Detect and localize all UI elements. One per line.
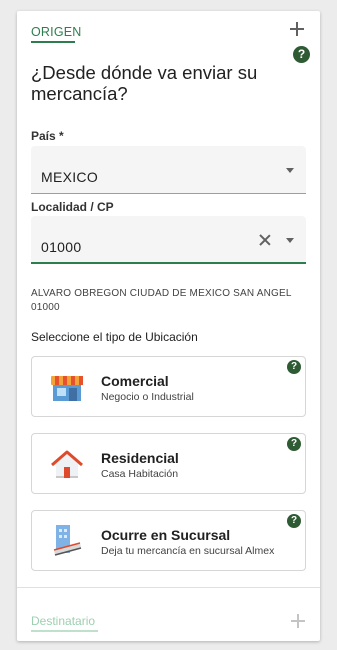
option-subtitle: Casa Habitación (101, 468, 179, 480)
country-underline (31, 193, 306, 194)
help-icon[interactable]: ? (287, 360, 301, 374)
country-label: País * (31, 129, 64, 143)
branch-office-icon (50, 523, 84, 557)
expand-destination-plus-icon[interactable] (291, 614, 305, 628)
section-divider (17, 587, 320, 588)
clear-icon[interactable] (258, 233, 272, 247)
locality-underline (31, 262, 306, 264)
location-type-title: Seleccione el tipo de Ubicación (31, 330, 198, 344)
help-icon[interactable]: ? (287, 514, 301, 528)
locality-input[interactable]: 01000 (31, 216, 306, 264)
option-comercial[interactable]: Comercial Negocio o Industrial ? (31, 356, 306, 417)
tab-origin[interactable]: ORIGEN (31, 25, 82, 39)
resolved-address: ALVARO OBREGON CIUDAD DE MEXICO SAN ANGE… (31, 288, 292, 313)
tab-destinatario-underline (31, 630, 98, 632)
tab-destinatario[interactable]: Destinatario (31, 614, 95, 628)
country-value: MEXICO (41, 169, 99, 185)
option-residencial[interactable]: Residencial Casa Habitación ? (31, 433, 306, 494)
option-title: Ocurre en Sucursal (101, 527, 231, 543)
chevron-down-icon[interactable] (286, 238, 294, 243)
option-ocurre-en-sucursal[interactable]: Ocurre en Sucursal Deja tu mercancía en … (31, 510, 306, 571)
option-title: Comercial (101, 373, 169, 389)
locality-value: 01000 (41, 239, 82, 255)
chevron-down-icon[interactable] (286, 168, 294, 173)
shipment-card: ORIGEN ? ¿Desde dónde va enviar su merca… (17, 11, 320, 641)
house-icon (50, 448, 84, 482)
origin-help-icon[interactable]: ? (293, 46, 310, 63)
expand-origin-plus-icon[interactable] (289, 21, 305, 37)
option-subtitle: Deja tu mercancía en sucursal Almex (101, 545, 275, 557)
origin-section: ORIGEN ? ¿Desde dónde va enviar su merca… (17, 11, 320, 587)
tab-origin-underline (31, 41, 75, 43)
country-select[interactable]: MEXICO (31, 146, 306, 194)
locality-label: Localidad / CP (31, 200, 114, 214)
option-title: Residencial (101, 450, 179, 466)
option-subtitle: Negocio o Industrial (101, 391, 194, 403)
page-title: ¿Desde dónde va enviar su mercancía? (31, 62, 258, 104)
store-icon (50, 371, 84, 405)
help-icon[interactable]: ? (287, 437, 301, 451)
